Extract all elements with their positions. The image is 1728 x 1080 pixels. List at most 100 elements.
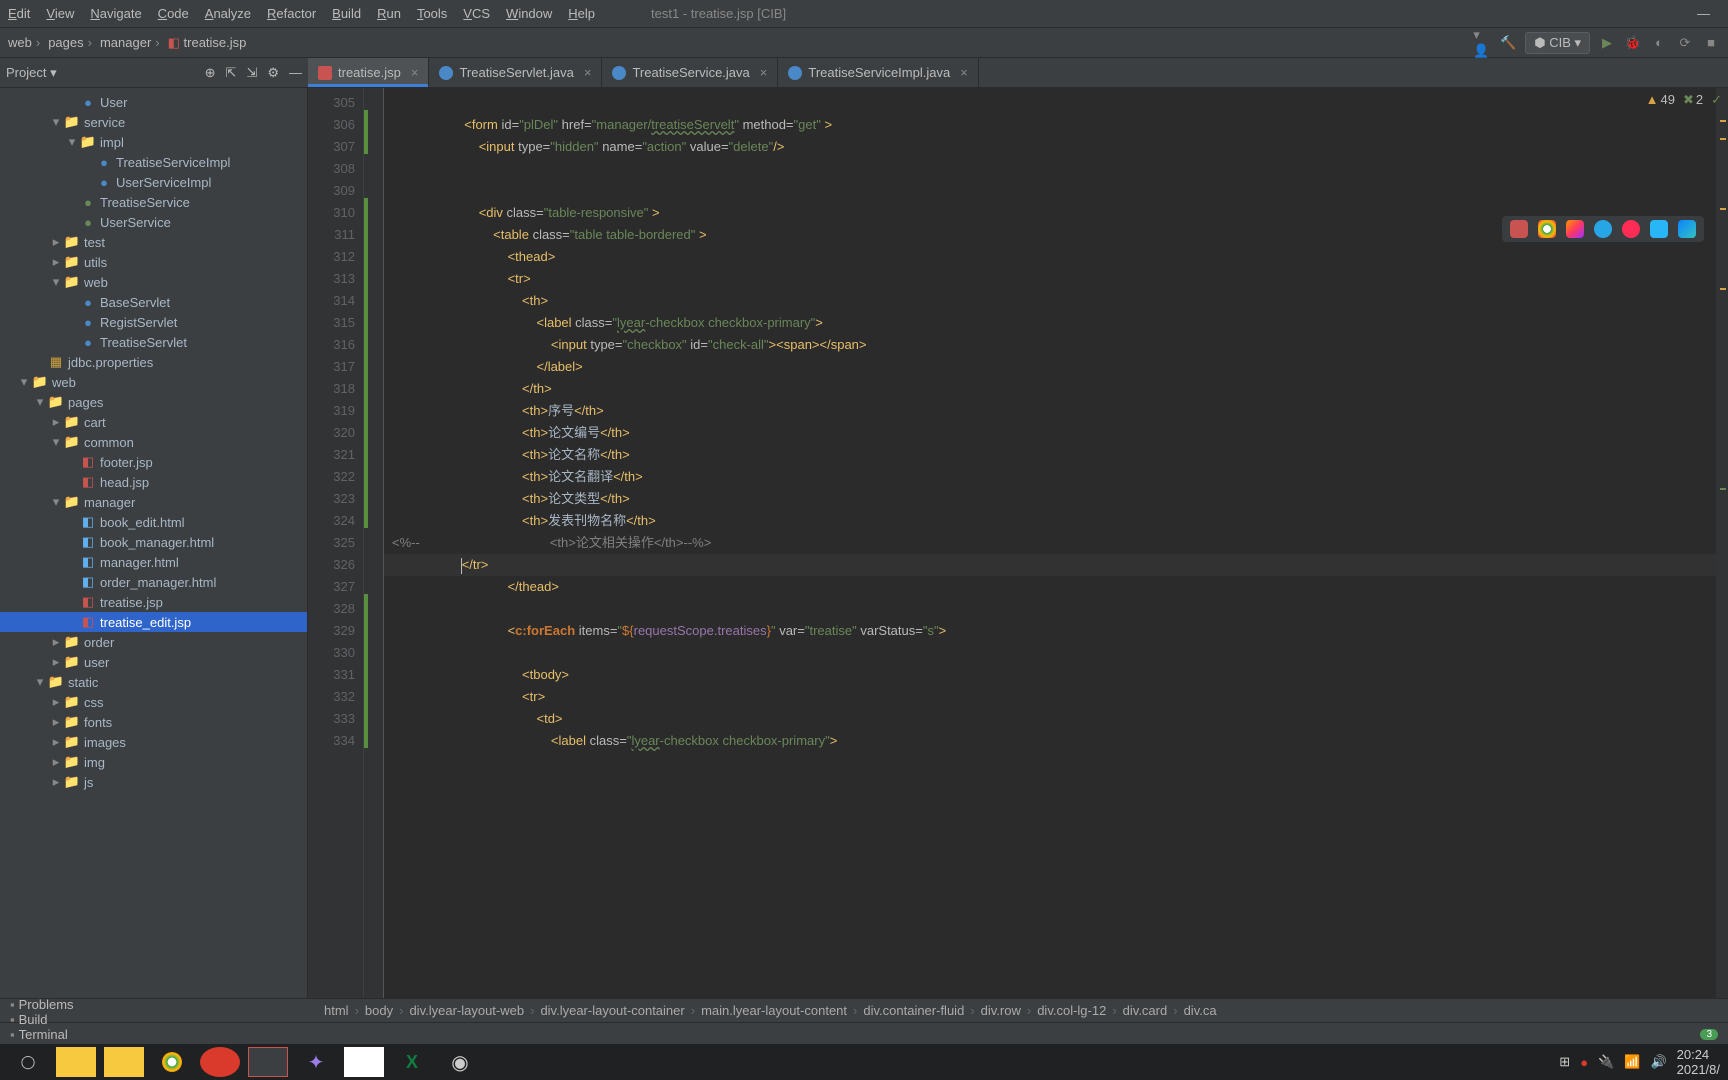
tree-item[interactable]: ▸📁fonts <box>0 712 307 732</box>
tree-item[interactable]: ●BaseServlet <box>0 292 307 312</box>
tree-item[interactable]: ▾📁web <box>0 272 307 292</box>
window-minimize[interactable]: — <box>1687 6 1720 21</box>
intellij-icon[interactable] <box>1510 220 1528 238</box>
tree-item[interactable]: ▾📁service <box>0 112 307 132</box>
menu-help[interactable]: Help <box>568 6 595 21</box>
tree-item[interactable]: ●TreatiseServiceImpl <box>0 152 307 172</box>
tray-app-icon[interactable]: ● <box>1580 1055 1588 1070</box>
code-editor[interactable]: 3053063073083093103113123133143153163173… <box>308 88 1728 998</box>
intellij-taskbar-icon[interactable] <box>248 1047 288 1077</box>
breadcrumb-item[interactable]: manager <box>100 35 164 50</box>
editor-breadcrumb-item[interactable]: div.row <box>981 1003 1032 1018</box>
tree-item[interactable]: ▾📁manager <box>0 492 307 512</box>
editor-breadcrumb-item[interactable]: div.ca <box>1184 1003 1223 1018</box>
tree-item[interactable]: ●TreatiseServlet <box>0 332 307 352</box>
tree-item[interactable]: ◧book_edit.html <box>0 512 307 532</box>
menu-edit[interactable]: Edit <box>8 6 30 21</box>
start-button[interactable]: ◯ <box>8 1047 48 1077</box>
editor-breadcrumb-item[interactable]: div.lyear-layout-container <box>540 1003 695 1018</box>
tree-item[interactable]: ▾📁impl <box>0 132 307 152</box>
purple-app-icon[interactable]: ✦ <box>296 1047 336 1077</box>
notes-icon[interactable] <box>344 1047 384 1077</box>
tool-tab-build[interactable]: ▪Build <box>10 1012 74 1027</box>
project-tree[interactable]: ●User▾📁service▾📁impl●TreatiseServiceImpl… <box>0 88 308 998</box>
menu-vcs[interactable]: VCS <box>463 6 490 21</box>
close-icon[interactable]: × <box>960 65 968 80</box>
breadcrumb-item[interactable]: web <box>8 35 44 50</box>
tree-item[interactable]: ●TreatiseService <box>0 192 307 212</box>
editor-tab[interactable]: treatise.jsp× <box>308 58 429 87</box>
tray-wifi-icon[interactable]: 📶 <box>1624 1054 1640 1070</box>
tree-item[interactable]: ▸📁order <box>0 632 307 652</box>
run-config-selector[interactable]: ⬢ CIB ▾ <box>1525 32 1590 54</box>
tree-item[interactable]: ●UserServiceImpl <box>0 172 307 192</box>
tree-item[interactable]: ◧manager.html <box>0 552 307 572</box>
tree-item[interactable]: ▸📁cart <box>0 412 307 432</box>
tree-item[interactable]: ▸📁utils <box>0 252 307 272</box>
tree-item[interactable]: ●User <box>0 92 307 112</box>
tree-item[interactable]: ▸📁images <box>0 732 307 752</box>
tree-item[interactable]: ▸📁js <box>0 772 307 792</box>
editor-breadcrumb-item[interactable]: html <box>324 1003 359 1018</box>
stop-icon[interactable]: ■ <box>1702 34 1720 52</box>
menu-build[interactable]: Build <box>332 6 361 21</box>
chrome-taskbar-icon[interactable] <box>152 1047 192 1077</box>
inspection-summary[interactable]: 49 2 ✓ <box>1646 92 1722 108</box>
collapse-icon[interactable]: ⇲ <box>246 65 257 81</box>
editor-tab[interactable]: TreatiseServiceImpl.java× <box>778 58 978 87</box>
tree-item[interactable]: ●RegistServlet <box>0 312 307 332</box>
expand-icon[interactable]: ⇱ <box>226 65 237 81</box>
menu-refactor[interactable]: Refactor <box>267 6 316 21</box>
tool-tab-problems[interactable]: ▪Problems <box>10 997 74 1012</box>
menu-run[interactable]: Run <box>377 6 401 21</box>
menu-code[interactable]: Code <box>158 6 189 21</box>
editor-tab[interactable]: TreatiseServlet.java× <box>429 58 602 87</box>
tool-tab-terminal[interactable]: ▪Terminal <box>10 1027 74 1042</box>
notifications-badge[interactable]: 3 <box>1700 1029 1718 1040</box>
tree-item[interactable]: ◧treatise_edit.jsp <box>0 612 307 632</box>
breadcrumb-item[interactable]: pages <box>48 35 96 50</box>
close-icon[interactable]: × <box>411 65 419 80</box>
menu-tools[interactable]: Tools <box>417 6 447 21</box>
gear-icon[interactable]: ⚙ <box>267 65 279 81</box>
tray-ime-icon[interactable]: ⊞ <box>1559 1054 1570 1070</box>
tree-item[interactable]: ▸📁img <box>0 752 307 772</box>
tree-item[interactable]: ▸📁user <box>0 652 307 672</box>
target-icon[interactable]: ⊕ <box>205 65 216 81</box>
editor-breadcrumb-item[interactable]: main.lyear-layout-content <box>701 1003 857 1018</box>
edge-icon[interactable] <box>1678 220 1696 238</box>
tree-item[interactable]: ◧order_manager.html <box>0 572 307 592</box>
add-config-icon[interactable]: ▾👤 <box>1473 34 1491 52</box>
menu-navigate[interactable]: Navigate <box>90 6 141 21</box>
menu-view[interactable]: View <box>46 6 74 21</box>
run-icon[interactable]: ▶ <box>1598 34 1616 52</box>
safari-icon[interactable] <box>1594 220 1612 238</box>
menu-analyze[interactable]: Analyze <box>205 6 251 21</box>
fold-gutter[interactable] <box>368 88 384 998</box>
hide-panel-icon[interactable]: — <box>289 65 302 80</box>
tree-item[interactable]: ▾📁pages <box>0 392 307 412</box>
menu-window[interactable]: Window <box>506 6 552 21</box>
firefox-icon[interactable] <box>1566 220 1584 238</box>
tree-item[interactable]: ▸📁test <box>0 232 307 252</box>
editor-tab[interactable]: TreatiseService.java× <box>602 58 778 87</box>
tray-clock[interactable]: 20:242021/8/ <box>1677 1047 1720 1077</box>
build-hammer-icon[interactable]: 🔨 <box>1499 34 1517 52</box>
ie-icon[interactable] <box>1650 220 1668 238</box>
tray-mic-icon[interactable]: 🔌 <box>1598 1054 1614 1070</box>
tree-item[interactable]: ◧book_manager.html <box>0 532 307 552</box>
file-explorer-icon-2[interactable] <box>104 1047 144 1077</box>
editor-breadcrumb-item[interactable]: div.card <box>1123 1003 1178 1018</box>
debug-icon[interactable]: 🐞 <box>1624 34 1642 52</box>
editor-breadcrumb-item[interactable]: div.lyear-layout-web <box>409 1003 534 1018</box>
excel-icon[interactable]: X <box>392 1047 432 1077</box>
tree-item[interactable]: ▦jdbc.properties <box>0 352 307 372</box>
opera-icon[interactable] <box>1622 220 1640 238</box>
tree-item[interactable]: ▸📁css <box>0 692 307 712</box>
editor-breadcrumb-item[interactable]: div.col-lg-12 <box>1037 1003 1116 1018</box>
editor-breadcrumb-item[interactable]: div.container-fluid <box>863 1003 974 1018</box>
file-explorer-icon[interactable] <box>56 1047 96 1077</box>
inspection-strip[interactable] <box>1716 88 1728 998</box>
obs-icon[interactable]: ◉ <box>440 1047 480 1077</box>
editor-breadcrumb-item[interactable]: body <box>365 1003 404 1018</box>
